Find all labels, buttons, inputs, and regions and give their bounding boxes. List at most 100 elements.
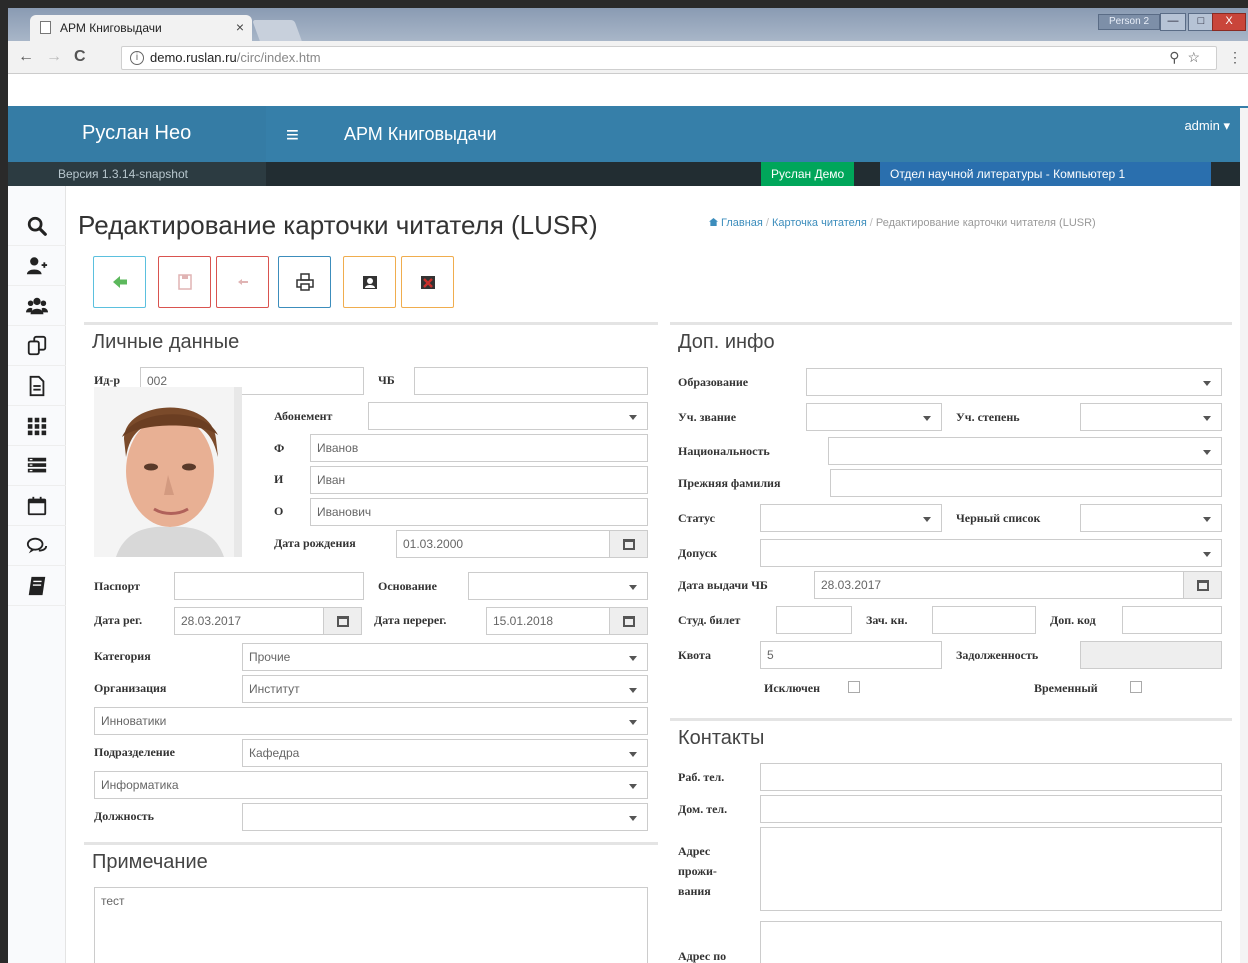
sidebar-item-messages[interactable] — [8, 526, 66, 566]
maximize-button[interactable]: □ — [1188, 13, 1214, 31]
sidebar-item-calendar[interactable] — [8, 486, 66, 526]
organization-select[interactable]: Институт — [242, 675, 648, 703]
status-select[interactable] — [760, 504, 942, 532]
panel-title: Примечание — [92, 851, 208, 873]
breadcrumb-home[interactable]: Главная — [721, 217, 763, 229]
issue-date-field[interactable]: 28.03.2017 — [814, 571, 1184, 599]
calendar-icon — [1196, 580, 1209, 591]
app-brand[interactable]: Руслан Нео — [8, 106, 266, 162]
browser-tab[interactable]: АРМ Книговыдачи × — [30, 15, 252, 41]
back-arrow-icon[interactable]: ← — [18, 48, 34, 66]
reg-date-label: Дата рег. — [94, 613, 143, 627]
browser-window: АРМ Книговыдачи × Person 2 — □ X ← → C i… — [8, 8, 1248, 963]
status-bar: Версия 1.3.14-snapshot Руслан Демо Отдел… — [8, 162, 1248, 186]
student-card-field[interactable] — [776, 606, 852, 634]
quota-field[interactable]: 5 — [760, 641, 942, 669]
reg-date-field[interactable]: 28.03.2017 — [174, 607, 324, 635]
chb-field[interactable] — [414, 367, 648, 395]
minimize-button[interactable]: — — [1160, 13, 1186, 31]
birth-date-field[interactable]: 01.03.2000 — [396, 530, 610, 558]
degree-select[interactable] — [1080, 403, 1222, 431]
passport-field[interactable] — [174, 572, 364, 600]
profile-chip[interactable]: Person 2 — [1098, 14, 1160, 30]
page-icon — [40, 21, 51, 34]
issue-date-calendar-button[interactable] — [1184, 571, 1222, 599]
reg-date-calendar-button[interactable] — [324, 607, 362, 635]
main-content: Редактирование карточки читателя (LUSR) … — [66, 186, 1248, 963]
temporary-checkbox[interactable] — [1130, 681, 1142, 693]
name-label: И — [274, 472, 284, 486]
patronymic-field[interactable]: Иванович — [310, 498, 648, 526]
browser-menu-icon[interactable]: ⋮ — [1228, 49, 1242, 66]
sidebar-item-copies[interactable] — [8, 326, 66, 366]
passport-label: Паспорт — [94, 579, 140, 593]
excluded-checkbox[interactable] — [848, 681, 860, 693]
rereg-date-calendar-button[interactable] — [610, 607, 648, 635]
back-button[interactable] — [93, 256, 146, 308]
temporary-label: Временный — [1034, 681, 1098, 695]
current-user-badge: Руслан Демо — [761, 162, 855, 186]
hamburger-menu-icon[interactable]: ≡ — [286, 122, 299, 148]
education-select[interactable] — [806, 368, 1222, 396]
sidebar-item-grid[interactable] — [8, 406, 66, 446]
rank-select[interactable] — [806, 403, 942, 431]
access-select[interactable] — [760, 539, 1222, 567]
card-button[interactable] — [343, 256, 396, 308]
division-sub-select[interactable]: Информатика — [94, 771, 648, 799]
page-scrollbar[interactable] — [1240, 108, 1248, 963]
delete-card-button[interactable] — [401, 256, 454, 308]
address-textarea[interactable] — [760, 827, 1222, 911]
breadcrumb-reader-card[interactable]: Карточка читателя — [772, 217, 867, 229]
calendar-icon — [622, 616, 635, 627]
birth-date-label: Дата рождения — [274, 536, 356, 550]
work-phone-field[interactable] — [760, 763, 1222, 791]
extra-info-panel: Доп. инфо Образование Уч. звание Уч. сте… — [670, 322, 1232, 708]
url-input[interactable]: i demo.ruslan.ru/circ/index.htm ⚲☆ — [121, 46, 1217, 70]
address2-textarea[interactable] — [760, 921, 1222, 963]
organization-sub-select[interactable]: Инноватики — [94, 707, 648, 735]
forward-arrow-icon[interactable]: → — [46, 48, 62, 66]
bookmark-star-icon[interactable]: ⚲☆ — [1169, 49, 1208, 66]
page-title: Редактирование карточки читателя (LUSR) — [78, 210, 598, 240]
surname-field[interactable]: Иванов — [310, 434, 648, 462]
book-icon — [28, 576, 46, 595]
close-window-button[interactable]: X — [1212, 13, 1246, 31]
copy-icon — [27, 335, 47, 355]
issue-date-label: Дата выдачи ЧБ — [678, 578, 768, 592]
home-phone-field[interactable] — [760, 795, 1222, 823]
sidebar-item-documents[interactable] — [8, 366, 66, 406]
abonement-label: Абонемент — [274, 409, 333, 423]
nationality-select[interactable] — [828, 437, 1222, 465]
url-host: demo.ruslan.ru — [150, 50, 237, 65]
undo-button[interactable] — [216, 256, 269, 308]
position-select[interactable] — [242, 803, 648, 831]
save-icon — [177, 274, 192, 290]
position-label: Должность — [94, 809, 155, 823]
user-menu[interactable]: admin ▾ — [1184, 118, 1230, 134]
new-tab-button[interactable] — [252, 20, 302, 41]
info-icon[interactable]: i — [130, 51, 144, 65]
sidebar-item-readers[interactable] — [8, 286, 66, 326]
sidebar-item-add-reader[interactable] — [8, 246, 66, 286]
sidebar-item-list[interactable] — [8, 446, 66, 486]
note-textarea[interactable]: тест — [94, 887, 648, 963]
basis-select[interactable] — [468, 572, 648, 600]
abonement-select[interactable] — [368, 402, 648, 430]
category-select[interactable]: Прочие — [242, 643, 648, 671]
print-button[interactable] — [278, 256, 331, 308]
save-button[interactable] — [158, 256, 211, 308]
record-book-field[interactable] — [932, 606, 1036, 634]
sidebar-item-search[interactable] — [8, 206, 66, 246]
maiden-name-field[interactable] — [830, 469, 1222, 497]
extra-code-field[interactable] — [1122, 606, 1222, 634]
division-select[interactable]: Кафедра — [242, 739, 648, 767]
reload-icon[interactable]: C — [74, 48, 86, 66]
blacklist-select[interactable] — [1080, 504, 1222, 532]
basis-label: Основание — [378, 579, 437, 593]
grid-icon — [27, 417, 47, 435]
rereg-date-field[interactable]: 15.01.2018 — [486, 607, 610, 635]
sidebar-item-catalog[interactable] — [8, 566, 66, 606]
name-field[interactable]: Иван — [310, 466, 648, 494]
birth-date-calendar-button[interactable] — [610, 530, 648, 558]
tab-close-button[interactable]: × — [236, 19, 244, 35]
